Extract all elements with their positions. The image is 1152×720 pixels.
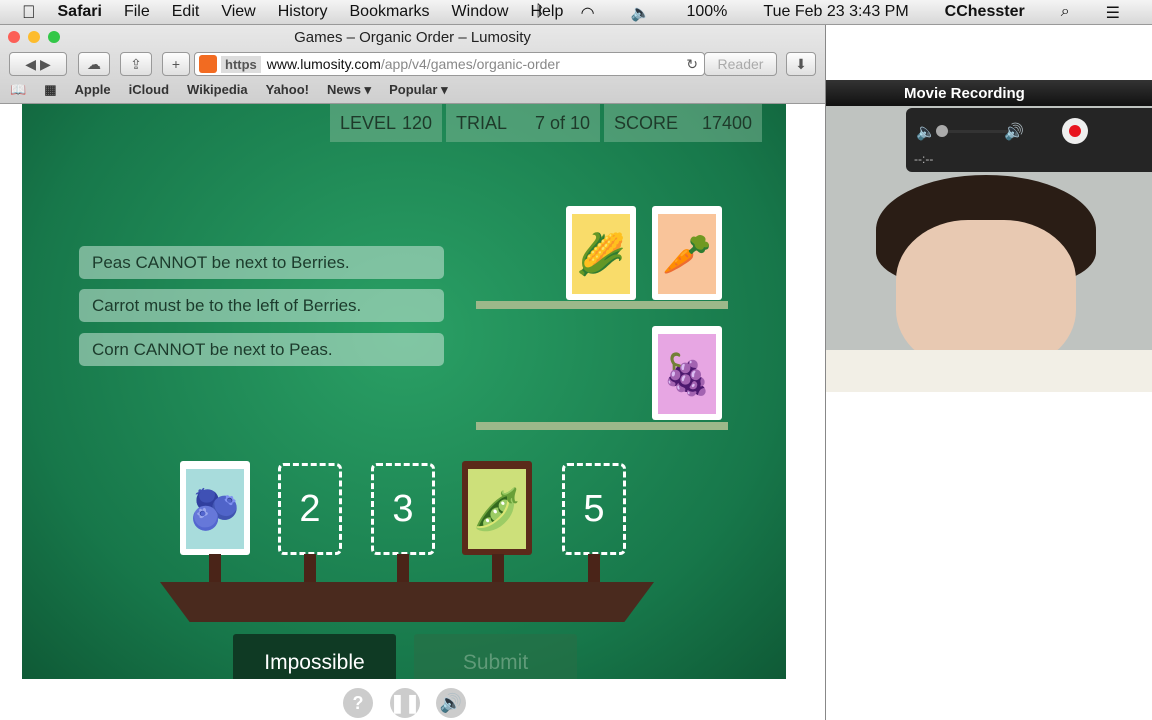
bookmark-yahoo[interactable]: Yahoo! xyxy=(266,82,309,98)
slot-2[interactable]: 2 xyxy=(278,463,342,555)
movie-recording-window: Movie Recording 🔈 🔊 --:-- xyxy=(826,80,1152,392)
share-icon[interactable]: ⇪ xyxy=(120,52,152,76)
volume-high-icon: 🔊 xyxy=(1004,124,1024,141)
shelf-bottom xyxy=(476,422,728,430)
safari-window: Games – Organic Order – Lumosity ◀ ▶ ☁ ⇪… xyxy=(0,25,826,720)
reload-icon[interactable]: ↻ xyxy=(686,56,698,73)
pause-icon[interactable]: ❚❚ xyxy=(390,688,420,718)
webcam-person-face xyxy=(896,220,1076,370)
recording-controls: 🔈 🔊 --:-- xyxy=(906,108,1152,172)
notification-center-icon[interactable]: ☰ xyxy=(1106,3,1120,23)
icloud-tabs-icon[interactable]: ☁ xyxy=(78,52,110,76)
post xyxy=(209,554,221,586)
url-domain: www.lumosity.com xyxy=(266,56,381,72)
level-display: LEVEL 120 xyxy=(330,104,442,142)
menu-bar:  Safari File Edit View History Bookmark… xyxy=(0,0,1152,25)
webcam-person-shirt xyxy=(826,350,1152,392)
sound-icon[interactable]: 🔊 xyxy=(436,688,466,718)
downloads-icon[interactable]: ⬇ xyxy=(786,52,816,76)
wifi-icon[interactable]: ◠ xyxy=(581,3,595,23)
slot-4-peas[interactable]: 🫛 xyxy=(462,461,532,555)
clock[interactable]: Tue Feb 23 3:43 PM xyxy=(763,3,908,23)
impossible-button[interactable]: Impossible xyxy=(233,634,396,679)
peas-icon: 🫛 xyxy=(468,469,526,549)
post xyxy=(588,554,600,586)
apple-menu-icon[interactable]:  xyxy=(22,2,36,23)
trial-display: TRIAL 7 of 10 xyxy=(446,104,600,142)
recording-title: Movie Recording xyxy=(826,80,1152,106)
help-icon[interactable]: ? xyxy=(343,688,373,718)
slot-1-berries[interactable]: 🫐 xyxy=(180,461,250,555)
menu-view[interactable]: View xyxy=(221,3,255,21)
slot-3[interactable]: 3 xyxy=(371,463,435,555)
submit-button[interactable]: Submit xyxy=(414,634,577,679)
address-bar[interactable]: https www.lumosity.com /app/v4/games/org… xyxy=(194,52,705,76)
bookmark-popular[interactable]: Popular ▾ xyxy=(389,82,448,98)
organic-order-game: LEVEL 120 TRIAL 7 of 10 SCORE 17400 Peas CA… xyxy=(22,104,786,679)
score-display: SCORE 17400 xyxy=(604,104,762,142)
rule-1: Peas CANNOT be next to Berries. xyxy=(79,246,444,279)
window-title: Games – Organic Order – Lumosity xyxy=(294,29,531,46)
seed-packet-grapes[interactable]: 🍇 xyxy=(652,326,722,420)
seed-packet-carrot[interactable]: 🥕 xyxy=(652,206,722,300)
seed-packet-corn[interactable]: 🌽 xyxy=(566,206,636,300)
slot-5[interactable]: 5 xyxy=(562,463,626,555)
volume-icon[interactable]: 🔈 xyxy=(631,3,651,23)
rule-2: Carrot must be to the left of Berries. xyxy=(79,289,444,322)
menu-window[interactable]: Window xyxy=(452,3,509,21)
menu-safari[interactable]: Safari xyxy=(58,3,102,21)
volume-low-icon: 🔈 xyxy=(916,124,936,141)
record-button[interactable] xyxy=(1062,118,1088,144)
bookmark-icloud[interactable]: iCloud xyxy=(129,82,169,98)
spotlight-icon[interactable]: ⌕ xyxy=(1061,3,1070,23)
post xyxy=(397,554,409,586)
recording-time: --:-- xyxy=(914,152,934,166)
top-sites-icon[interactable]: ▦ xyxy=(44,82,56,98)
bluetooth-icon[interactable]: ᛒ xyxy=(535,3,545,23)
add-bookmark-button[interactable]: + xyxy=(162,52,190,76)
menu-file[interactable]: File xyxy=(124,3,150,21)
user-menu[interactable]: CChesster xyxy=(945,3,1025,23)
menu-history[interactable]: History xyxy=(278,3,328,21)
shelf-top xyxy=(476,301,728,309)
reading-list-icon[interactable]: 📖 xyxy=(10,82,26,98)
grapes-icon: 🍇 xyxy=(658,334,716,414)
site-favicon xyxy=(199,55,217,73)
volume-slider[interactable] xyxy=(936,125,1008,137)
berries-icon: 🫐 xyxy=(186,469,244,549)
reader-button[interactable]: Reader xyxy=(704,52,777,76)
bookmark-apple[interactable]: Apple xyxy=(74,82,110,98)
menu-bookmarks[interactable]: Bookmarks xyxy=(350,3,430,21)
toolbar: Games – Organic Order – Lumosity ◀ ▶ ☁ ⇪… xyxy=(0,25,825,104)
bookmark-wikipedia[interactable]: Wikipedia xyxy=(187,82,248,98)
back-forward-button[interactable]: ◀ ▶ xyxy=(9,52,67,76)
planter-box xyxy=(160,582,654,622)
bookmarks-bar: 📖 ▦ Apple iCloud Wikipedia Yahoo! News ▾… xyxy=(10,82,448,98)
corn-icon: 🌽 xyxy=(572,214,630,294)
menu-edit[interactable]: Edit xyxy=(172,3,200,21)
rule-3: Corn CANNOT be next to Peas. xyxy=(79,333,444,366)
url-path: /app/v4/games/organic-order xyxy=(380,56,560,72)
carrot-icon: 🥕 xyxy=(658,214,716,294)
https-badge: https xyxy=(221,55,261,73)
post xyxy=(492,554,504,586)
bookmark-news[interactable]: News ▾ xyxy=(327,82,371,98)
battery-status[interactable]: 100% xyxy=(686,3,727,23)
post xyxy=(304,554,316,586)
